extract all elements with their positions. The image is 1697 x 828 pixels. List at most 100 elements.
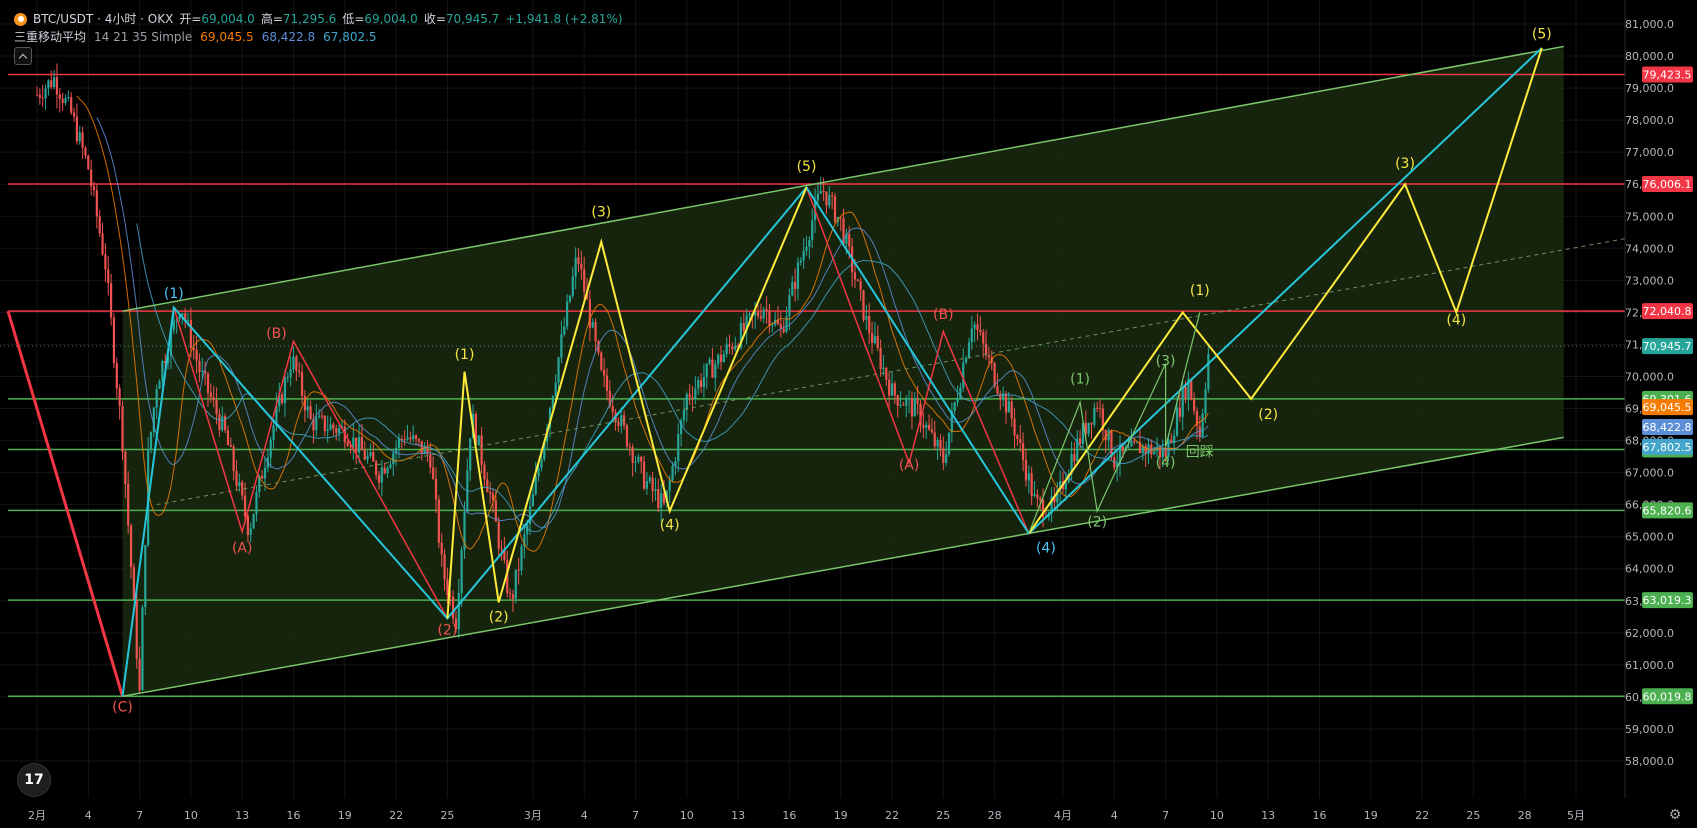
candle-body <box>1064 482 1067 490</box>
price-tag-label: 67,802.5 <box>1643 441 1692 454</box>
candle-body <box>1033 494 1036 496</box>
candle-body <box>799 260 802 263</box>
candle-body <box>913 398 916 417</box>
candle-body <box>437 499 440 543</box>
candle-body <box>802 250 805 261</box>
candle-body <box>241 482 244 496</box>
candle-body <box>318 415 321 418</box>
candle-body <box>856 279 859 282</box>
candle-body <box>238 482 241 486</box>
indicator-params: 14 21 35 Simple <box>94 30 193 44</box>
x-tick-label: 22 <box>885 809 899 822</box>
candle-body <box>1207 353 1210 390</box>
candle-body <box>335 428 338 433</box>
y-tick-label: 61,000.0 <box>1625 659 1674 672</box>
wave-label: (2) <box>1258 407 1278 423</box>
candle-body <box>486 479 489 493</box>
x-tick-label: 7 <box>1162 809 1169 822</box>
wave-label: (1) <box>164 286 184 302</box>
high-value: 高=71,295.6 <box>260 12 337 26</box>
candle-body <box>263 467 267 479</box>
close-value: 收=70,945.7 <box>423 12 500 26</box>
x-tick-label: 4 <box>1111 809 1118 822</box>
candle-body <box>705 363 708 378</box>
candle-body <box>1181 387 1184 417</box>
candle-body <box>682 409 686 421</box>
candle-body <box>945 454 948 463</box>
candle-body <box>497 521 500 549</box>
candle-body <box>84 147 87 156</box>
candle-body <box>939 439 942 449</box>
candle-body <box>791 281 794 296</box>
candle-body <box>409 437 412 440</box>
collapse-legend-button[interactable] <box>14 47 32 65</box>
candle-body <box>999 393 1002 400</box>
candle-body <box>101 233 104 255</box>
candle-body <box>762 309 765 319</box>
candle-body <box>702 377 705 388</box>
candle-body <box>352 437 355 448</box>
candle-body <box>112 317 116 364</box>
candle-body <box>927 424 931 430</box>
candle-body <box>380 467 383 483</box>
candle-body <box>417 439 420 441</box>
candle-body <box>306 406 309 411</box>
indicator-row[interactable]: 三重移动平均 14 21 35 Simple 69,045.5 68,422.8… <box>14 28 623 46</box>
candle-body <box>272 425 275 440</box>
candle-body <box>124 451 127 484</box>
ma3-value: 67,802.5 <box>323 30 377 44</box>
candle-body <box>930 429 933 433</box>
candle-body <box>1016 435 1019 440</box>
candle-body <box>283 377 287 403</box>
candle-body <box>822 191 825 193</box>
candle-body <box>859 281 862 291</box>
candle-body <box>640 456 643 462</box>
symbol-title[interactable]: BTC/USDT · 4小时 · OKX <box>33 10 173 28</box>
candle-body <box>742 322 745 331</box>
candle-body <box>571 276 574 296</box>
candle-body <box>697 380 700 389</box>
candle-body <box>215 400 218 415</box>
candle-body <box>161 361 164 382</box>
candle-body <box>135 599 138 659</box>
candle-body <box>118 388 121 406</box>
candle-body <box>87 155 90 170</box>
x-tick-label: 19 <box>1364 809 1378 822</box>
candle-body <box>634 461 637 463</box>
gear-icon[interactable]: ⚙ <box>1668 808 1682 822</box>
candle-body <box>956 397 959 403</box>
candle-body <box>910 398 914 417</box>
candle-body <box>933 432 936 447</box>
wave-label: (C) <box>112 699 133 715</box>
candle-body <box>460 549 463 594</box>
candle-body <box>560 334 563 358</box>
candle-body <box>218 414 221 430</box>
x-tick-label: 25 <box>440 809 454 822</box>
wave-label: (1) <box>1190 283 1210 299</box>
candle-body <box>509 593 512 595</box>
candle-body <box>896 395 899 406</box>
candle-body <box>1019 439 1022 443</box>
candle-body <box>1098 407 1102 409</box>
wave-label: (B) <box>266 326 287 342</box>
candle-body <box>605 375 609 391</box>
candle-body <box>78 132 81 142</box>
candle-body <box>315 417 318 431</box>
x-tick-label: 4月 <box>1054 809 1072 822</box>
candle-body <box>694 388 697 399</box>
candle-body <box>833 196 837 222</box>
candle-body <box>905 399 908 406</box>
price-chart[interactable]: (1) (B) (A) (C) (2) (1) (2) (3) (4) (5) (B) (A) (4) (… <box>0 0 1697 828</box>
tradingview-logo[interactable]: 17 <box>17 763 51 797</box>
candle-body <box>477 435 480 446</box>
x-tick-label: 22 <box>1415 809 1429 822</box>
candle-body <box>882 367 885 370</box>
candle-body <box>329 424 332 430</box>
candle-body <box>369 452 372 456</box>
candle-body <box>566 301 569 327</box>
ma1-value: 69,045.5 <box>200 30 254 44</box>
candle-body <box>984 343 988 356</box>
y-tick-label: 75,000.0 <box>1625 210 1674 223</box>
candle-body <box>261 475 264 479</box>
candle-body <box>885 367 888 380</box>
